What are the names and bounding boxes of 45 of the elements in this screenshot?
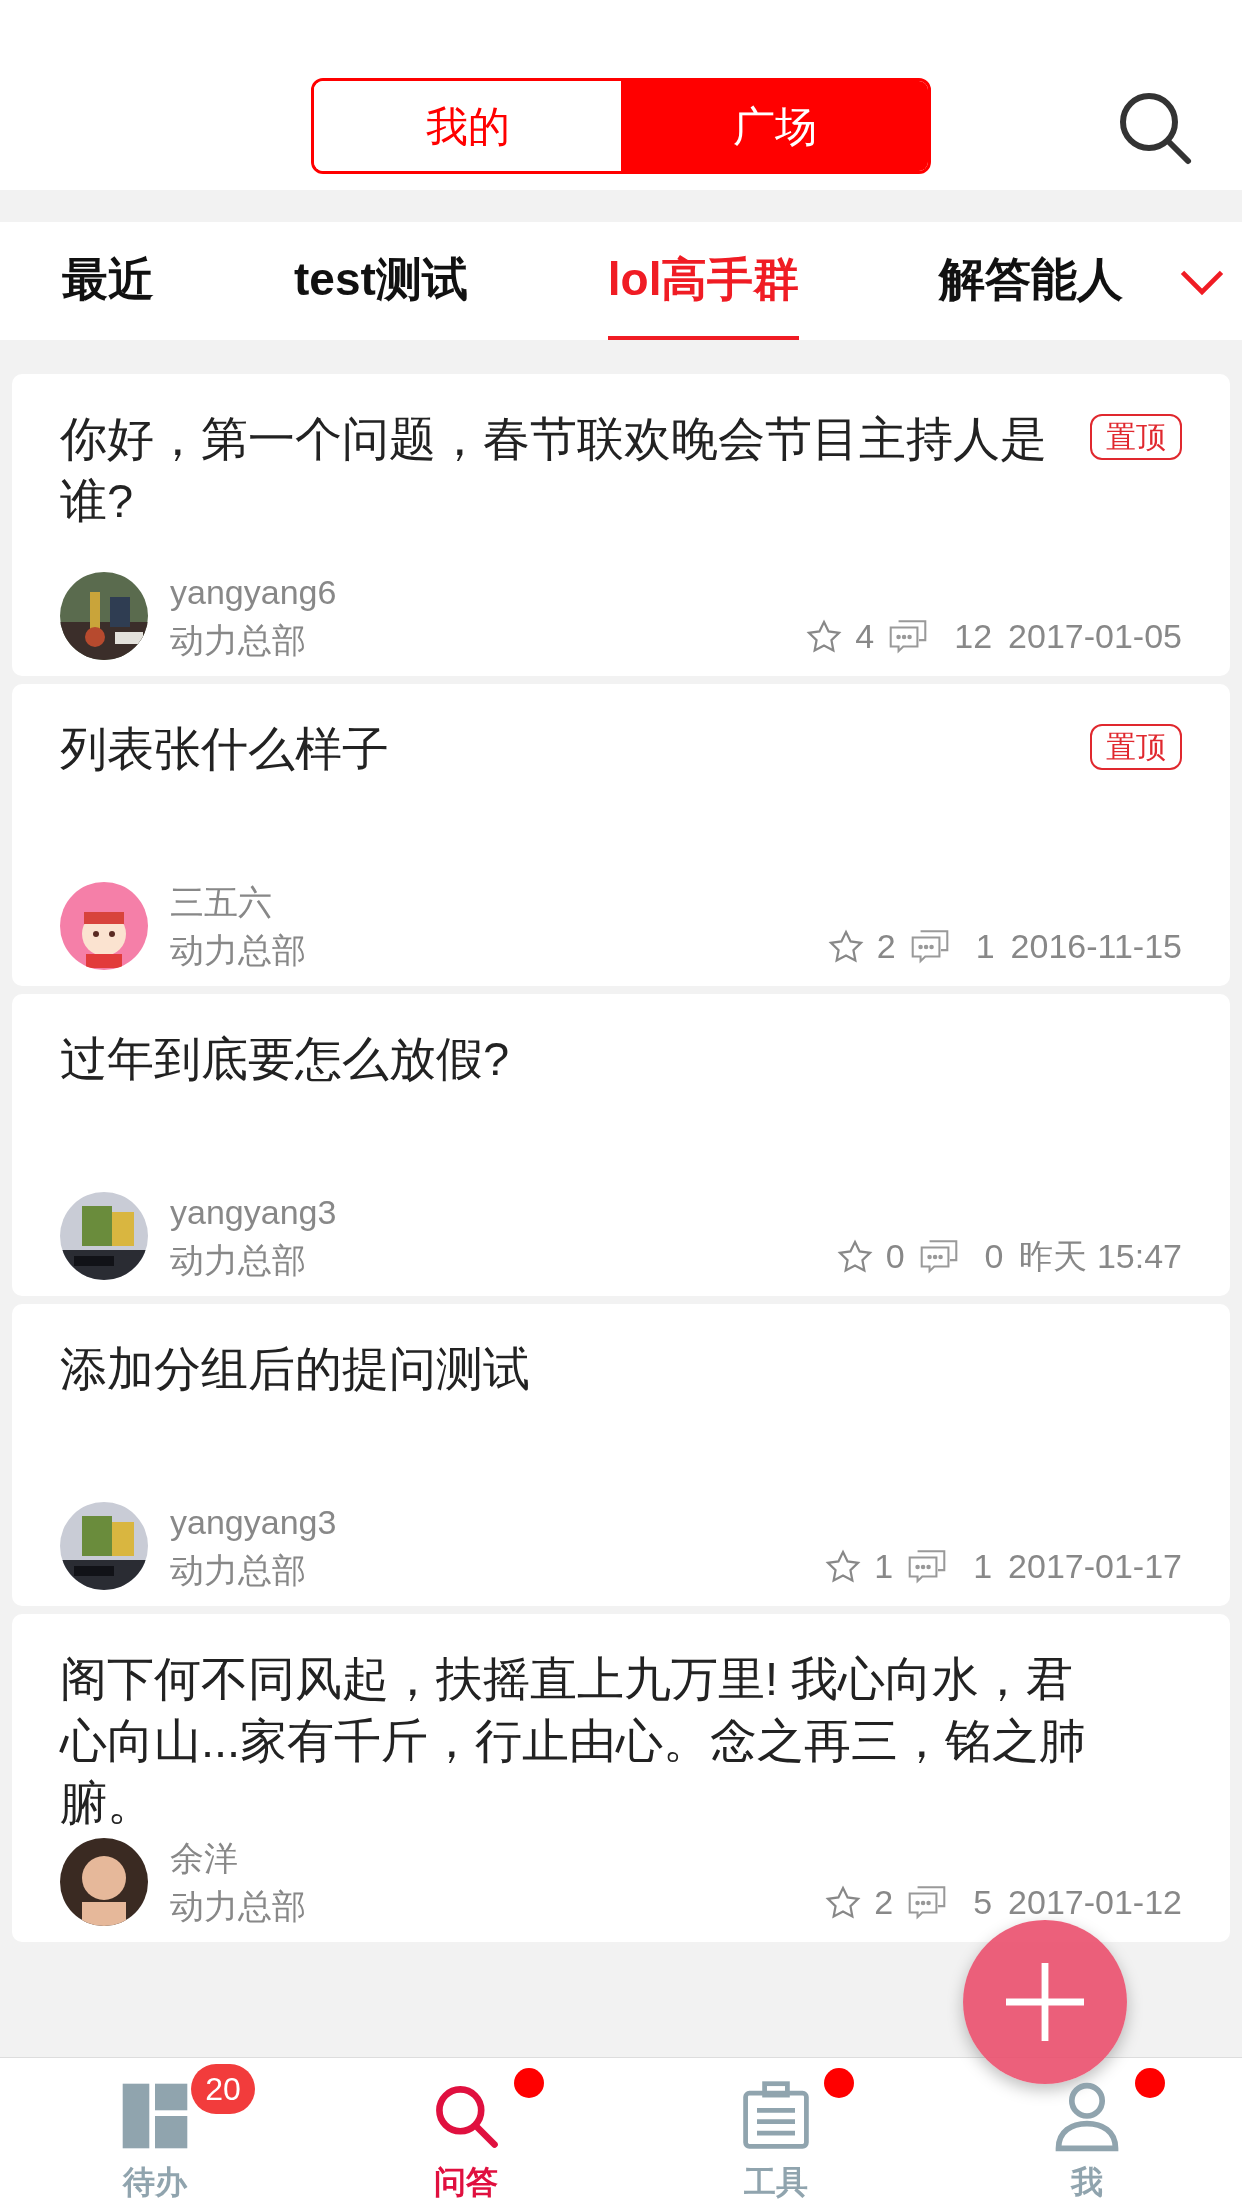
nav-tab[interactable]: 问答 (433, 2158, 498, 2206)
author-name: yangyang3 (170, 1502, 337, 1543)
post-date: 2017-01-05 (1008, 616, 1182, 657)
department-name: 动力总部 (170, 620, 307, 661)
question-card[interactable]: 添加分组后的提问测试 yangyang3 动力总部 1 1 2017-01-17 (12, 1304, 1230, 1606)
question-title: 添加分组后的提问测试 (60, 1341, 531, 1397)
star-count: 1 (874, 1546, 894, 1587)
author-name: 余洋 (170, 1838, 239, 1879)
question-title: 过年到底要怎么放假? (60, 1031, 511, 1087)
post-date: 2017-01-12 (1008, 1882, 1182, 1923)
department-name: 动力总部 (170, 930, 306, 971)
post-date: 2016-11-15 (1010, 926, 1182, 967)
star-count: 0 (885, 1236, 905, 1277)
star-count: 4 (855, 616, 875, 657)
comment-count: 1 (975, 926, 995, 967)
star-count: 2 (876, 926, 896, 967)
post-date: 昨天 15:47 (1019, 1236, 1182, 1277)
group-tab[interactable]: 最近 (62, 222, 154, 340)
plus-icon (1006, 1963, 1084, 2041)
segment-tab[interactable]: 广场 (621, 81, 928, 171)
pinned-tag: 置顶 (1090, 724, 1182, 770)
department-name: 动力总部 (170, 1550, 307, 1591)
group-tab[interactable]: test测试 (294, 222, 468, 340)
author-name: yangyang6 (170, 572, 337, 613)
author-name: 三五六 (170, 882, 273, 923)
comment-count: 5 (973, 1882, 993, 1923)
pinned-tag: 置顶 (1090, 414, 1182, 460)
count-badge: 20 (191, 2064, 255, 2114)
department-name: 动力总部 (170, 1240, 307, 1281)
group-tab[interactable]: 解答能人 (939, 222, 1124, 340)
author-name: yangyang3 (170, 1192, 337, 1233)
star-count: 2 (874, 1882, 894, 1923)
question-title: 列表张什么样子 (60, 721, 390, 777)
question-card[interactable]: 阁下何不同风起，扶摇直上九万里! 我心向水，君心向山...家有千斤，行止由心。念之再三，铭之肺腑。 余洋 动力总部 2 5 2017-01-12 (12, 1614, 1230, 1942)
comment-count: 1 (973, 1546, 993, 1587)
post-date: 2017-01-17 (1008, 1546, 1182, 1587)
question-title: 你好，第一个问题，春节联欢晚会节目主持人是谁? (60, 411, 1048, 529)
question-card[interactable]: 你好，第一个问题，春节联欢晚会节目主持人是谁? 置顶 yangyang6 动力总部 4 12 2017-01-05 (12, 374, 1230, 676)
group-tab[interactable]: lol高手群 (607, 222, 800, 340)
question-card[interactable]: 过年到底要怎么放假? yangyang3 动力总部 0 0 昨天 15:47 (12, 994, 1230, 1296)
question-title: 阁下何不同风起，扶摇直上九万里! 我心向水，君心向山...家有千斤，行止由心。念之再三，铭之肺腑。 (60, 1651, 1088, 1831)
comment-count: 0 (984, 1236, 1004, 1277)
question-card[interactable]: 列表张什么样子 置顶 三五六 动力总部 2 1 2016-11-15 (12, 684, 1230, 986)
comment-count: 12 (954, 616, 993, 657)
department-name: 动力总部 (170, 1886, 306, 1927)
